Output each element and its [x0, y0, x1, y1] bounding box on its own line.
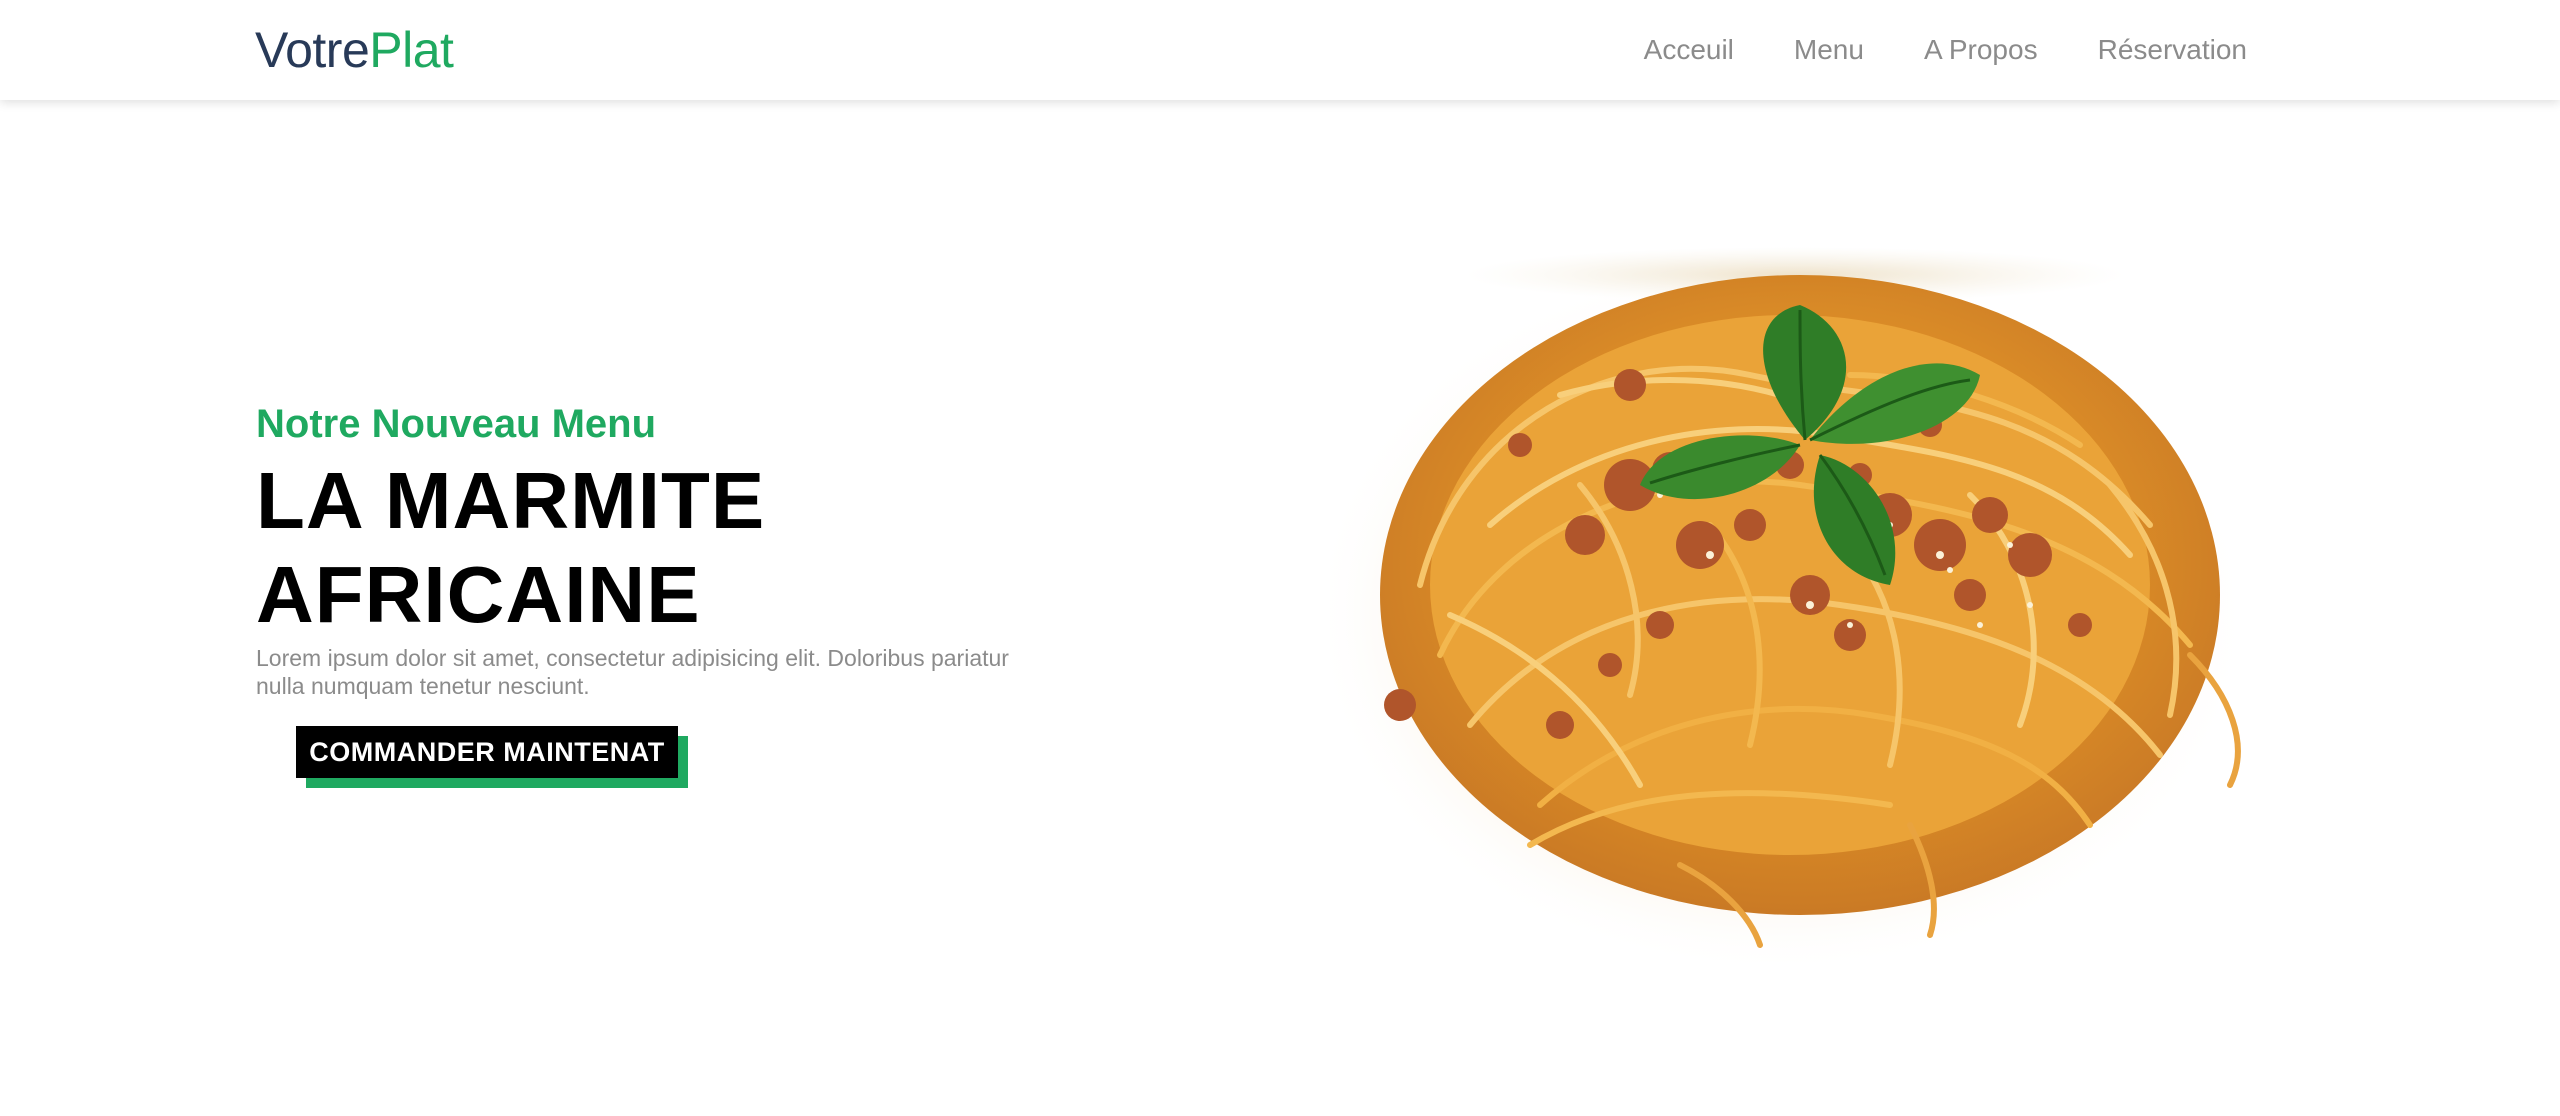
nav-link-a-propos[interactable]: A Propos: [1924, 32, 2038, 68]
site-logo[interactable]: VotrePlat: [255, 18, 454, 82]
hero-title: LA MARMITE AFRICAINE: [256, 454, 1076, 642]
hero-description: Lorem ipsum dolor sit amet, consectetur …: [256, 645, 1009, 699]
hero-subtitle: Notre Nouveau Menu: [256, 402, 657, 446]
nav-link-menu[interactable]: Menu: [1794, 32, 1864, 68]
hero-text: Notre Nouveau Menu LA MARMITE AFRICAINE L…: [256, 396, 1076, 700]
nav-link-acceuil[interactable]: Acceuil: [1644, 32, 1734, 68]
hero-title-line-1: LA MARMITE: [256, 456, 766, 545]
navbar: VotrePlat Acceuil Menu A Propos Réservat…: [0, 0, 2560, 100]
nav-link-reservation[interactable]: Réservation: [2098, 32, 2247, 68]
main-nav: Acceuil Menu A Propos Réservation: [1644, 32, 2247, 68]
logo-part-plat: Plat: [369, 22, 454, 78]
hero-title-line-2: AFRICAINE: [256, 550, 701, 639]
hero-dish-image: [1310, 225, 2300, 995]
order-now-button[interactable]: COMMANDER MAINTENAT: [296, 726, 678, 778]
cta-wrapper: COMMANDER MAINTENAT: [296, 726, 688, 788]
logo-part-votre: Votre: [255, 22, 370, 78]
